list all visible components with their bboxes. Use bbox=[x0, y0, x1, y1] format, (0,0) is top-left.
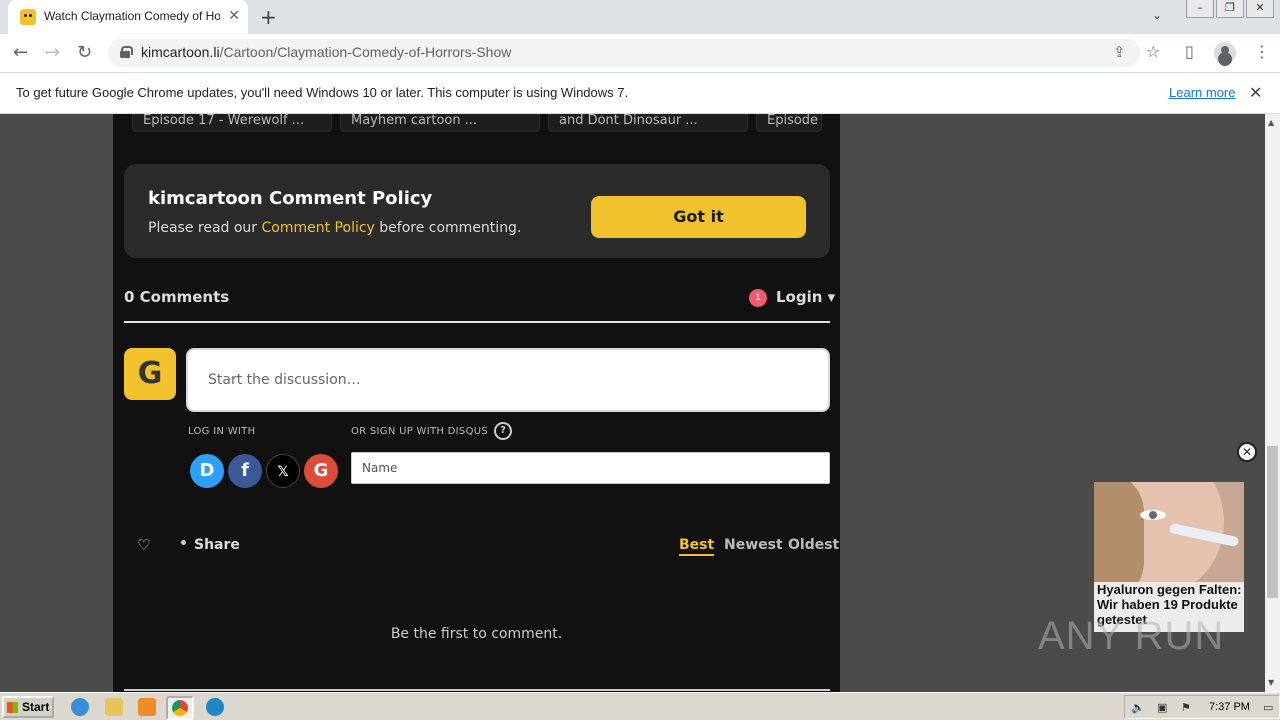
scroll-up-arrow-icon[interactable]: ▲ bbox=[1268, 118, 1274, 127]
learn-more-link[interactable]: Learn more bbox=[1169, 85, 1235, 100]
main-content: Episode 17 - Werewolf ... Mayhem cartoon… bbox=[113, 114, 840, 692]
url-path: /Cartoon/Claymation-Comedy-of-Horrors-Sh… bbox=[219, 44, 512, 60]
help-question-icon[interactable]: ? bbox=[494, 422, 512, 440]
policy-title: kimcartoon Comment Policy bbox=[148, 188, 433, 209]
page-viewport: Episode 17 - Werewolf ... Mayhem cartoon… bbox=[0, 114, 1265, 692]
lock-icon[interactable] bbox=[120, 46, 133, 58]
restore-icon[interactable]: ❐ bbox=[1216, 0, 1244, 18]
sort-oldest-tab[interactable]: Oldest bbox=[788, 537, 839, 553]
guest-avatar: G bbox=[124, 348, 176, 400]
edge-icon[interactable] bbox=[206, 698, 224, 716]
windows-logo-icon bbox=[7, 702, 18, 713]
discussion-box[interactable] bbox=[186, 348, 830, 412]
episode-title: Mayhem cartoon ... bbox=[351, 114, 478, 128]
new-tab-plus-icon[interactable]: + bbox=[260, 5, 277, 29]
forward-arrow-icon[interactable]: → bbox=[45, 42, 60, 63]
notification-badge[interactable]: 1 bbox=[749, 289, 767, 307]
start-label: Start bbox=[22, 700, 50, 714]
scroll-down-arrow-icon[interactable]: ▼ bbox=[1268, 678, 1274, 687]
back-arrow-icon[interactable]: ← bbox=[13, 42, 28, 63]
infobar-message: To get future Google Chrome updates, you… bbox=[16, 85, 629, 100]
ad-hair-shape bbox=[1094, 482, 1144, 582]
log-in-with-label: LOG IN WITH bbox=[188, 426, 256, 437]
tab-search-chevron-down-icon[interactable]: ⌄ bbox=[1152, 8, 1162, 22]
comments-divider bbox=[124, 321, 830, 323]
clock[interactable]: 7:37 PM bbox=[1209, 701, 1250, 713]
discussion-input[interactable] bbox=[208, 368, 808, 392]
volume-icon[interactable]: 🔈 bbox=[1131, 701, 1145, 714]
scrollbar-thumb[interactable] bbox=[1267, 446, 1278, 598]
browser-toolbar: ← → ↻ kimcartoon.li/Cartoon/Claymation-C… bbox=[0, 34, 1280, 72]
close-window-icon[interactable]: ✕ bbox=[1246, 0, 1274, 18]
ie-icon[interactable] bbox=[71, 698, 89, 716]
url-text[interactable]: kimcartoon.li/Cartoon/Claymation-Comedy-… bbox=[141, 44, 511, 60]
policy-text: Please read our Comment Policy before co… bbox=[148, 220, 521, 236]
google-login-icon[interactable]: G bbox=[304, 454, 338, 488]
anyrun-watermark: ANY RUN bbox=[1038, 614, 1225, 658]
comments-count: 0 Comments bbox=[124, 288, 230, 306]
comment-policy-link[interactable]: Comment Policy bbox=[262, 220, 375, 236]
menu-kebab-icon[interactable]: ⋮ bbox=[1254, 42, 1270, 61]
network-icon[interactable]: ▣ bbox=[1157, 701, 1167, 714]
episode-card[interactable]: and Dont Dinosaur ... bbox=[548, 114, 748, 132]
tab-close-icon[interactable]: ✕ bbox=[228, 8, 240, 24]
episode-card[interactable]: Episode 17 - Werewolf ... bbox=[132, 114, 332, 132]
show-desktop-icon[interactable]: ▭ bbox=[1263, 701, 1273, 714]
profile-avatar-icon[interactable] bbox=[1214, 42, 1236, 64]
episode-card[interactable]: Mayhem cartoon ... bbox=[340, 114, 540, 132]
sort-newest-tab[interactable]: Newest bbox=[724, 537, 783, 553]
side-panel-icon[interactable]: ▯ bbox=[1185, 42, 1194, 61]
episode-title: Episode bbox=[767, 114, 819, 128]
x-login-icon[interactable]: 𝕏 bbox=[266, 454, 300, 488]
share-bullet bbox=[181, 540, 186, 545]
windows-taskbar: Start 🔈 ▣ ⚑ 7:37 PM ▭ bbox=[0, 692, 1280, 720]
tab-title: Watch Claymation Comedy of Horrors Show bbox=[44, 9, 220, 23]
url-host: kimcartoon.li bbox=[141, 44, 220, 60]
got-it-button[interactable]: Got it bbox=[591, 196, 806, 238]
chrome-taskbar-button[interactable] bbox=[166, 696, 194, 720]
infobar-close-icon[interactable]: ✕ bbox=[1249, 83, 1262, 102]
action-center-flag-icon[interactable]: ⚑ bbox=[1181, 701, 1191, 714]
window-controls: – ❐ ✕ bbox=[1184, 0, 1274, 18]
bookmark-star-icon[interactable]: ☆ bbox=[1146, 42, 1160, 61]
browser-tab[interactable]: Watch Claymation Comedy of Horrors Show … bbox=[8, 0, 248, 34]
address-bar[interactable]: kimcartoon.li/Cartoon/Claymation-Comedy-… bbox=[108, 39, 1160, 67]
bottom-divider bbox=[124, 689, 830, 691]
reload-icon[interactable]: ↻ bbox=[77, 42, 92, 63]
disqus-login-icon[interactable]: D bbox=[190, 454, 224, 488]
explorer-folder-icon[interactable] bbox=[105, 698, 123, 716]
minimize-icon[interactable]: – bbox=[1186, 0, 1214, 18]
system-tray: 🔈 ▣ ⚑ 7:37 PM ▭ bbox=[1124, 695, 1280, 719]
tab-strip: Watch Claymation Comedy of Horrors Show … bbox=[0, 0, 1280, 34]
site-favicon-icon bbox=[20, 9, 36, 25]
chrome-icon bbox=[172, 700, 188, 716]
ad-eye-shape bbox=[1140, 510, 1166, 520]
ad-close-icon[interactable]: ✕ bbox=[1237, 442, 1257, 462]
share-icon[interactable]: ⇪ bbox=[1113, 43, 1126, 61]
policy-text-after: before commenting. bbox=[374, 220, 522, 236]
comment-policy-box: kimcartoon Comment Policy Please read ou… bbox=[124, 164, 830, 258]
login-dropdown[interactable]: Login ▾ bbox=[776, 288, 835, 306]
start-button[interactable]: Start bbox=[2, 696, 54, 718]
update-infobar: To get future Google Chrome updates, you… bbox=[0, 72, 1280, 114]
page-scrollbar[interactable]: ▲ ▼ bbox=[1265, 114, 1280, 692]
facebook-login-icon[interactable]: f bbox=[228, 454, 262, 488]
episode-title: and Dont Dinosaur ... bbox=[559, 114, 698, 128]
sort-best-tab[interactable]: Best bbox=[679, 537, 715, 556]
episode-card[interactable]: Episode bbox=[756, 114, 822, 132]
share-button[interactable]: Share bbox=[194, 537, 240, 553]
heart-icon[interactable]: ♡ bbox=[137, 536, 150, 554]
advertisement[interactable]: Hyaluron gegen Falten: Wir haben 19 Prod… bbox=[1094, 482, 1244, 632]
episode-title: Episode 17 - Werewolf ... bbox=[143, 114, 305, 128]
sign-up-label: OR SIGN UP WITH DISQUS bbox=[351, 426, 489, 437]
ad-image bbox=[1094, 482, 1244, 582]
name-field[interactable] bbox=[351, 452, 830, 484]
empty-comments-message: Be the first to comment. bbox=[390, 626, 563, 642]
media-player-icon[interactable] bbox=[138, 698, 156, 716]
policy-text-before: Please read our bbox=[148, 220, 262, 236]
